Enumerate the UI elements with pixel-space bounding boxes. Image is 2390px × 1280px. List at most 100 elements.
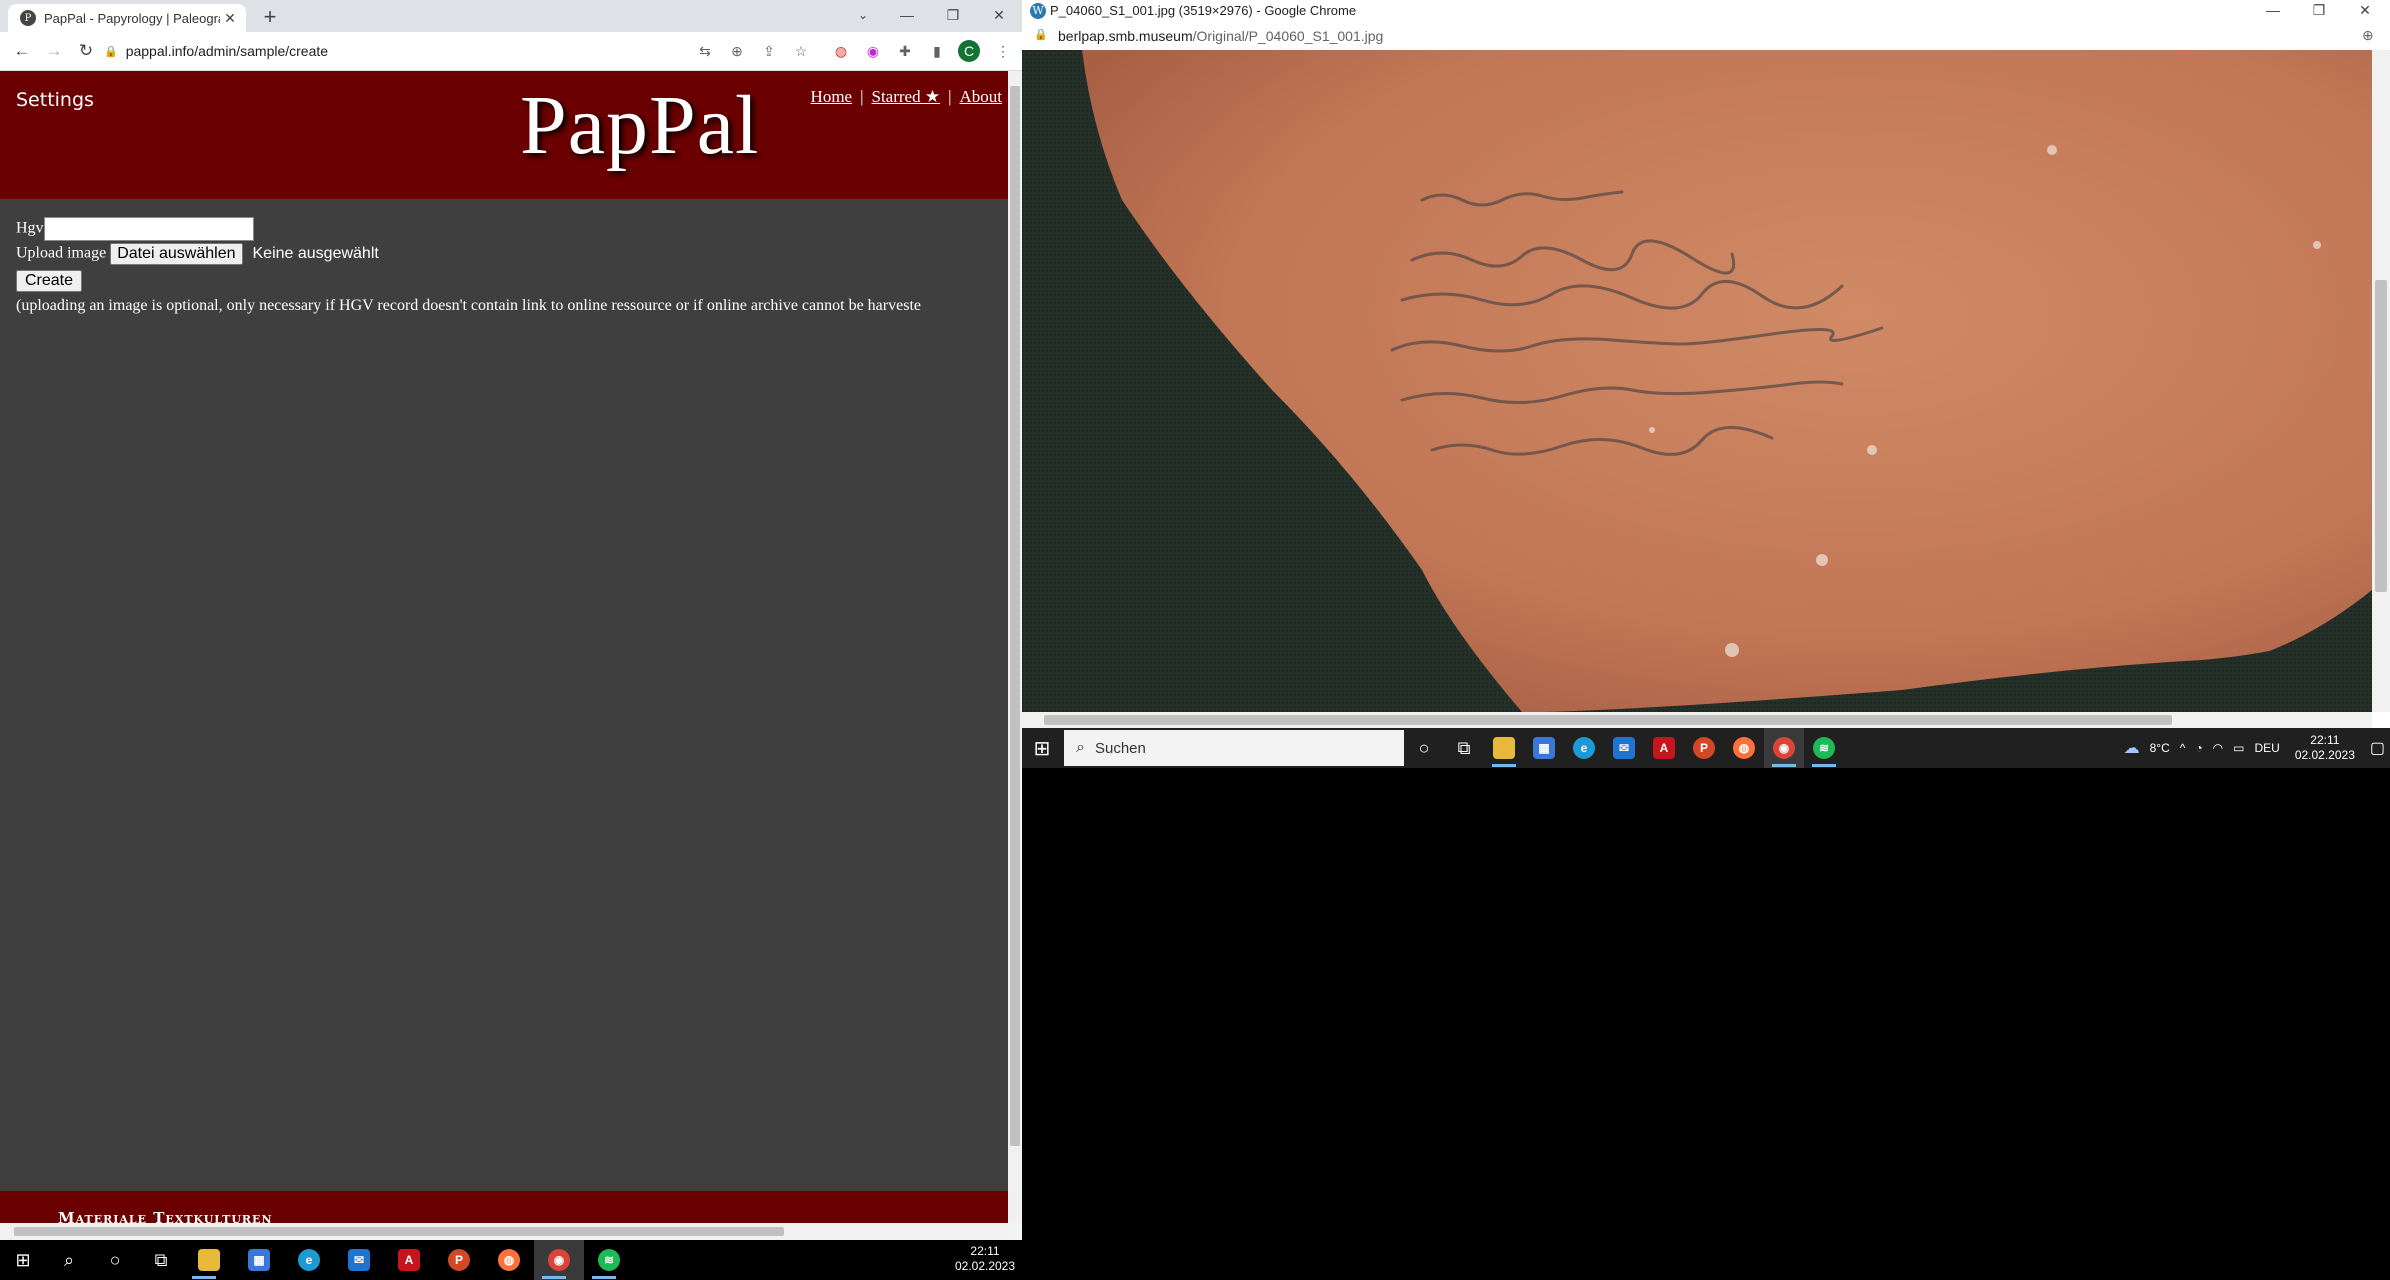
clock[interactable]: 22:11 02.02.2023: [2295, 733, 2355, 763]
acrobat-icon[interactable]: A: [1644, 728, 1684, 768]
search-placeholder: Suchen: [1094, 739, 1146, 757]
firefox-icon[interactable]: ◍: [1724, 728, 1764, 768]
task-view-icon[interactable]: ⧉: [138, 1240, 184, 1280]
store-icon[interactable]: ▦: [234, 1240, 284, 1280]
zoom-icon[interactable]: ⊕: [2362, 27, 2374, 44]
menu-kebab-icon[interactable]: ⋮: [992, 40, 1014, 62]
bookmark-star-icon[interactable]: ☆: [790, 40, 812, 62]
file-explorer-icon[interactable]: [184, 1240, 234, 1280]
tab-title: PapPal - Papyrology | Paleography: [44, 10, 220, 26]
minimize-button[interactable]: —: [884, 0, 930, 32]
site-header: Settings PapPal Home | Starred ★ | About: [0, 71, 1008, 199]
vertical-scroll-thumb[interactable]: [2375, 280, 2387, 592]
choose-file-button[interactable]: Datei auswählen: [110, 243, 243, 265]
profile-avatar[interactable]: C: [958, 40, 980, 62]
system-tray: ☁ 8°C ^ ◔ ◠ ▭ DEU 22:11 02.02.2023 ▢: [2119, 733, 2390, 763]
forward-icon[interactable]: →: [42, 40, 66, 64]
window-title: P_04060_S1_001.jpg (3519×2976) - Google …: [1050, 3, 1357, 18]
clock[interactable]: 22:11 02.02.2023: [950, 1244, 1020, 1274]
extension-red-icon[interactable]: ◍: [830, 40, 852, 62]
tab-search-icon[interactable]: ⌄: [840, 0, 886, 32]
lock-icon: 🔒: [104, 45, 118, 58]
battery-icon[interactable]: ▭: [2233, 741, 2244, 755]
spotify-icon[interactable]: ≋: [584, 1240, 634, 1280]
store-icon[interactable]: ▦: [1524, 728, 1564, 768]
nav-about[interactable]: About: [960, 87, 1003, 106]
edge-icon[interactable]: e: [1564, 728, 1604, 768]
restore-button[interactable]: ❐: [2296, 0, 2342, 22]
weather-temp[interactable]: 8°C: [2150, 741, 2170, 755]
tray-chevron-up-icon[interactable]: ^: [2180, 741, 2186, 755]
minimize-button[interactable]: —: [2250, 0, 2296, 22]
wifi-icon[interactable]: ◠: [2213, 741, 2223, 755]
clock-time: 22:11: [2310, 733, 2340, 747]
acrobat-icon[interactable]: A: [384, 1240, 434, 1280]
nav-starred[interactable]: Starred ★: [872, 87, 941, 106]
footer-logo-text: Materiale Textkulturen: [58, 1209, 273, 1223]
cortana-icon[interactable]: ○: [1404, 728, 1444, 768]
horizontal-scroll-thumb[interactable]: [14, 1227, 784, 1236]
create-button[interactable]: Create: [16, 270, 83, 292]
vertical-scroll-thumb[interactable]: [1010, 86, 1020, 1146]
powerpoint-icon[interactable]: P: [434, 1240, 484, 1280]
tab-pappal[interactable]: P PapPal - Papyrology | Paleography ✕: [8, 4, 246, 32]
url-text[interactable]: berlpap.smb.museum/Original/P_04060_S1_0…: [1058, 28, 1383, 44]
mail-icon[interactable]: ✉: [1604, 728, 1644, 768]
clock-date: 02.02.2023: [954, 1259, 1016, 1273]
file-explorer-icon[interactable]: [1484, 728, 1524, 768]
papyrus-image[interactable]: [1022, 50, 2372, 712]
restore-button[interactable]: ❐: [930, 0, 976, 32]
pappal-favicon-icon: P: [20, 10, 36, 26]
search-icon[interactable]: ⌕: [46, 1240, 92, 1280]
edge-icon[interactable]: e: [284, 1240, 334, 1280]
taskbar-main: ⊞ ⌕ ○ ⧉ ▦ e ✉ A P ◍ ◉ ≋ 22:11 02.02.2023: [0, 1240, 2390, 1280]
page-content: Settings PapPal Home | Starred ★ | About Hgv…: [0, 71, 1008, 1223]
start-windows-icon[interactable]: ⊞: [1022, 728, 1062, 768]
start-windows-icon[interactable]: ⊞: [0, 1240, 46, 1280]
weather-cloud-icon[interactable]: ☁: [2124, 738, 2140, 758]
url-path: /Original/P_04060_S1_001.jpg: [1192, 28, 1384, 44]
chrome-icon[interactable]: ◉: [534, 1240, 584, 1280]
hgv-input[interactable]: [43, 217, 254, 241]
close-window-button[interactable]: ✕: [976, 0, 1022, 32]
nav-separator: |: [860, 87, 864, 106]
wordpress-favicon-icon: W: [1030, 3, 1046, 19]
create-row: Create: [16, 270, 83, 292]
close-window-button[interactable]: ✕: [2342, 0, 2388, 22]
firefox-icon[interactable]: ◍: [484, 1240, 534, 1280]
notifications-icon[interactable]: ▢: [2370, 738, 2385, 758]
url-text: pappal.info/admin/sample/create: [125, 43, 329, 59]
zoom-icon[interactable]: ⊕: [726, 40, 748, 62]
share-icon[interactable]: ⇪: [758, 40, 780, 62]
ostracon-photo: [1022, 50, 2372, 712]
chrome-icon[interactable]: ◉: [1764, 728, 1804, 768]
new-tab-button[interactable]: +: [258, 6, 282, 30]
browser-window-left: P PapPal - Papyrology | Paleography ✕ + …: [0, 0, 1022, 1240]
nav-home[interactable]: Home: [811, 87, 853, 106]
taskbar-search[interactable]: ⌕ Suchen: [1064, 730, 1404, 766]
hgv-label: Hgv: [16, 219, 44, 237]
side-panel-icon[interactable]: ▮: [926, 40, 948, 62]
task-view-icon[interactable]: ⧉: [1444, 728, 1484, 768]
close-tab-icon[interactable]: ✕: [220, 10, 240, 27]
search-icon: ⌕: [1076, 739, 1085, 756]
reload-icon[interactable]: ↻: [74, 40, 98, 64]
cortana-icon[interactable]: ○: [92, 1240, 138, 1280]
translate-icon[interactable]: ⇆: [694, 40, 716, 62]
mail-icon[interactable]: ✉: [334, 1240, 384, 1280]
upload-row: Upload image Datei auswählen Keine ausge…: [16, 243, 379, 265]
file-status-text: Keine ausgewählt: [252, 244, 379, 262]
back-icon[interactable]: ←: [10, 40, 34, 64]
network-icon[interactable]: ◔: [2195, 741, 2202, 755]
spotify-icon[interactable]: ≋: [1804, 728, 1844, 768]
extension-purple-icon[interactable]: ◉: [862, 40, 884, 62]
address-bar[interactable]: 🔒 pappal.info/admin/sample/create: [104, 38, 724, 64]
horizontal-scroll-thumb[interactable]: [1044, 715, 2172, 725]
clock-time: 22:11: [970, 1244, 1000, 1258]
language-indicator[interactable]: DEU: [2254, 741, 2279, 755]
upload-note: (uploading an image is optional, only ne…: [16, 297, 921, 314]
extensions-puzzle-icon[interactable]: ✚: [894, 40, 916, 62]
clock-date: 02.02.2023: [2294, 748, 2355, 762]
settings-link[interactable]: Settings: [16, 89, 94, 111]
powerpoint-icon[interactable]: P: [1684, 728, 1724, 768]
